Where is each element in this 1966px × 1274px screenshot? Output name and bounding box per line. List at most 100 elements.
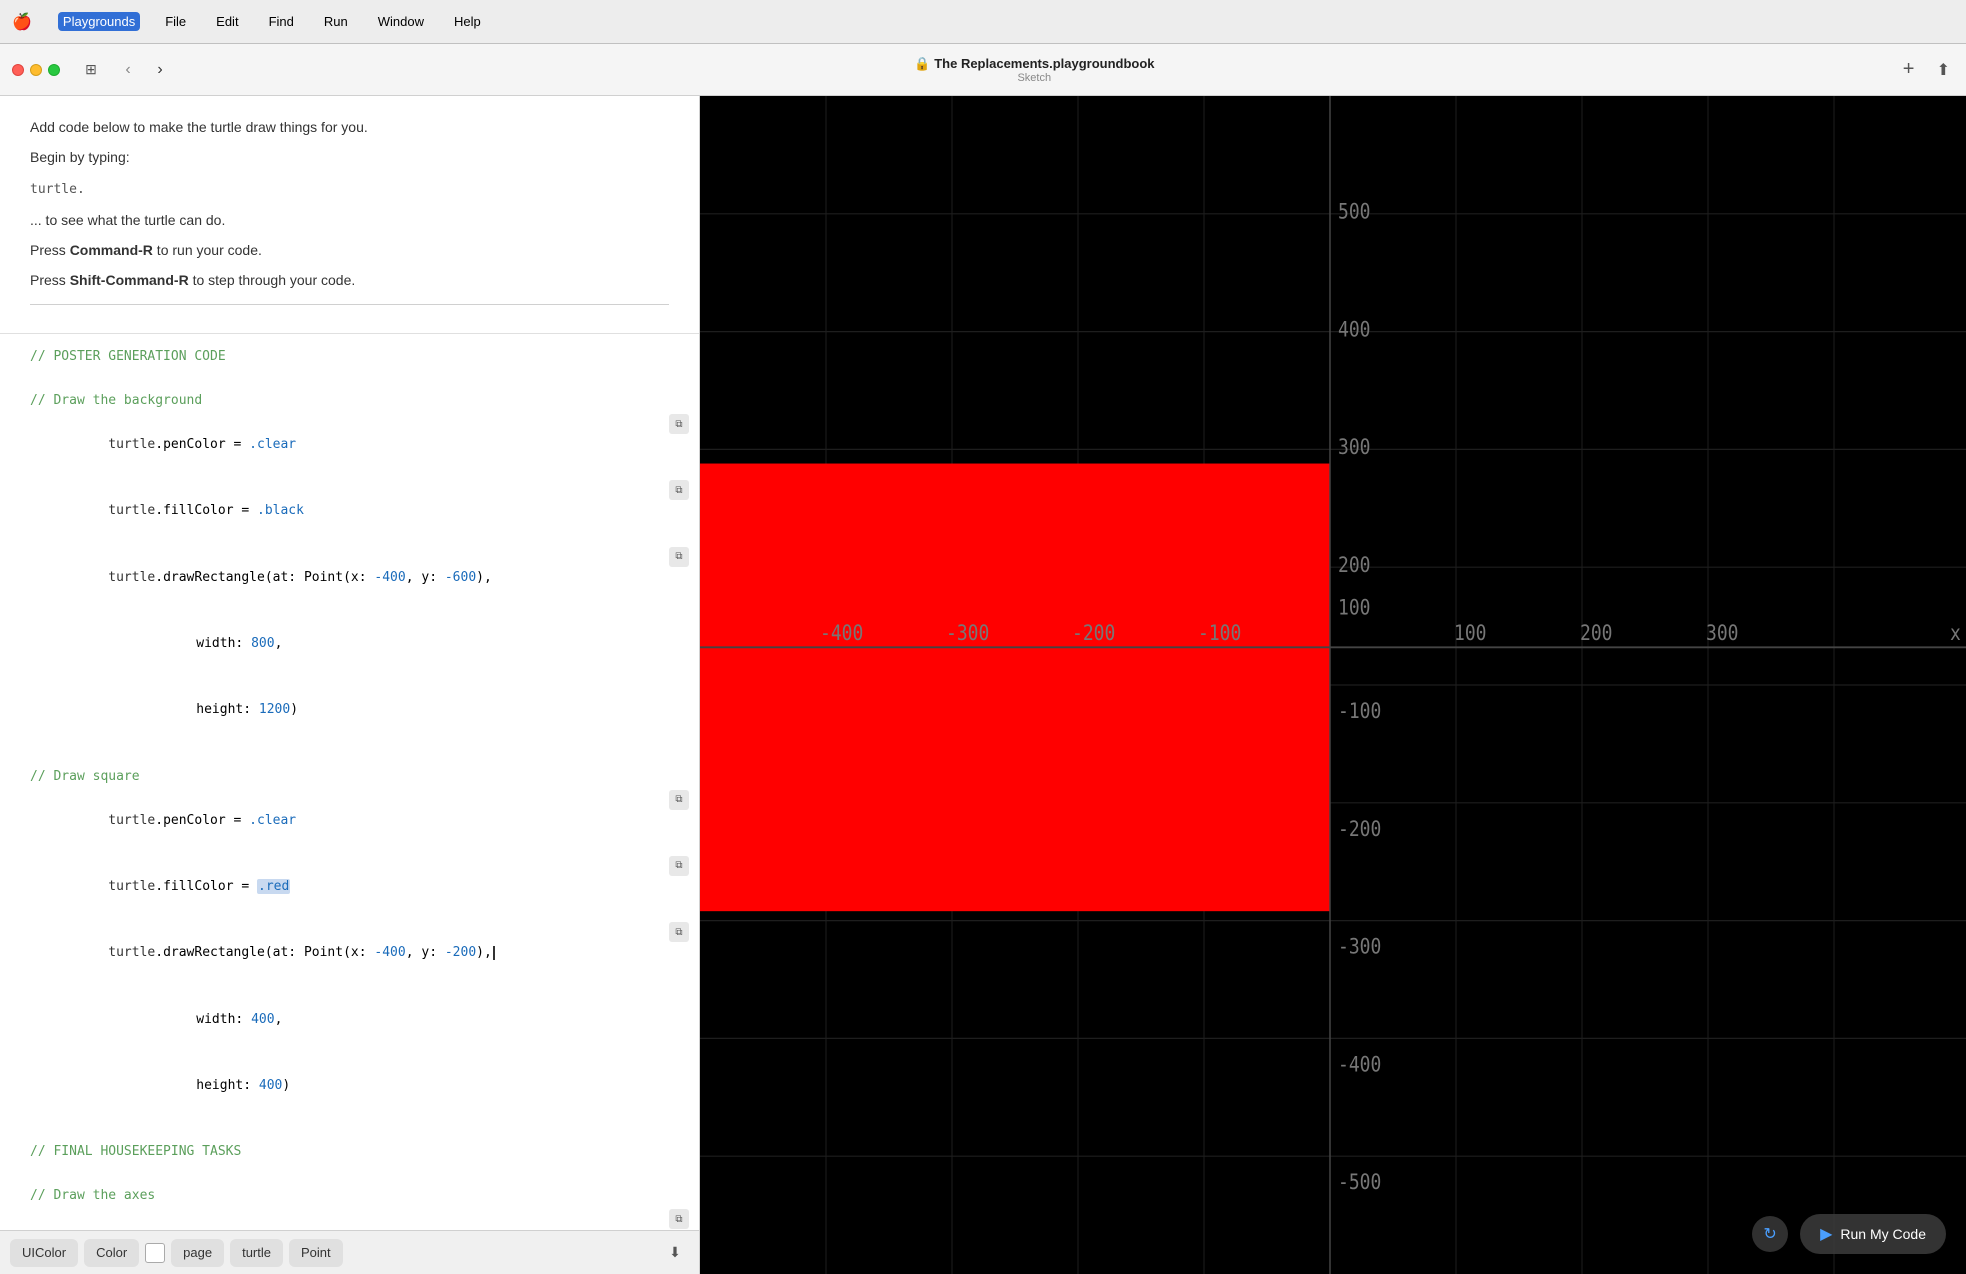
svg-text:-200: -200 <box>1072 621 1115 646</box>
code-line-drawrect-bg: turtle.drawRectangle(at: Point(x: -400, … <box>0 545 699 611</box>
svg-text:-200: -200 <box>1338 816 1381 841</box>
code-panel: Add code below to make the turtle draw t… <box>0 96 700 1274</box>
fullscreen-button[interactable] <box>48 64 60 76</box>
line-icons: ⧉ <box>669 414 689 434</box>
play-icon: ▶ <box>1820 1224 1832 1244</box>
shortcut1: Command-R <box>70 242 153 258</box>
back-button[interactable]: ‹ <box>114 56 142 84</box>
svg-text:200: 200 <box>1338 553 1371 578</box>
autocomplete-page[interactable]: page <box>171 1239 224 1267</box>
svg-text:-100: -100 <box>1198 621 1241 646</box>
instruction-line3: ... to see what the turtle can do. <box>30 209 669 231</box>
instruction-line1: Add code below to make the turtle draw t… <box>30 116 669 138</box>
menu-window[interactable]: Window <box>373 12 429 31</box>
svg-text:-100: -100 <box>1338 699 1381 724</box>
menu-run[interactable]: Run <box>319 12 353 31</box>
svg-text:300: 300 <box>1338 435 1371 460</box>
code-line-blank4 <box>0 1163 699 1185</box>
svg-text:300: 300 <box>1706 621 1739 646</box>
copy-icon-btn[interactable]: ⧉ <box>669 1209 689 1229</box>
svg-text:200: 200 <box>1580 621 1613 646</box>
svg-text:-400: -400 <box>1338 1052 1381 1077</box>
main-layout: Add code below to make the turtle draw t… <box>0 96 1966 1274</box>
svg-text:400: 400 <box>1338 317 1371 342</box>
menu-help[interactable]: Help <box>449 12 486 31</box>
line-icons: ⧉ <box>669 790 689 810</box>
close-button[interactable] <box>12 64 24 76</box>
bottom-bar: UIColor Color page turtle Point ⬇ <box>0 1230 699 1274</box>
divider <box>30 304 669 305</box>
instruction-line4: Press Command-R to run your code. <box>30 239 669 261</box>
menu-find[interactable]: Find <box>264 12 299 31</box>
comment-draw-square: // Draw square <box>30 766 689 788</box>
autocomplete-color[interactable]: Color <box>84 1239 139 1267</box>
run-code-button[interactable]: ▶ Run My Code <box>1800 1214 1946 1254</box>
code-editor[interactable]: // POSTER GENERATION CODE // Draw the ba… <box>0 334 699 1230</box>
file-subtitle: Sketch <box>1017 72 1051 84</box>
forward-button[interactable]: › <box>146 56 174 84</box>
code-pencolor-clear2: turtle.penColor = .clear <box>30 788 689 854</box>
add-button[interactable]: + <box>1895 56 1923 84</box>
title-area: 🔒 The Replacements.playgroundbook Sketch <box>184 56 1885 84</box>
code-fillcolor-red: turtle.fillColor = .red <box>30 854 689 920</box>
svg-text:-500: -500 <box>1338 1170 1381 1195</box>
code-line-height-400: height: 400) <box>0 1053 699 1119</box>
svg-text:100: 100 <box>1454 621 1487 646</box>
copy-icon-btn[interactable]: ⧉ <box>669 790 689 810</box>
code-height-400: height: 400) <box>30 1053 689 1119</box>
autocomplete-turtle[interactable]: turtle <box>230 1239 283 1267</box>
instruction-code-snippet: turtle. <box>30 177 669 201</box>
svg-text:-300: -300 <box>946 621 989 646</box>
lock-icon: 🔒 <box>914 56 930 72</box>
traffic-lights <box>12 64 60 76</box>
copy-icon-btn[interactable]: ⧉ <box>669 414 689 434</box>
minimize-button[interactable] <box>30 64 42 76</box>
code-line: // POSTER GENERATION CODE <box>0 346 699 368</box>
instructions-area: Add code below to make the turtle draw t… <box>0 96 699 334</box>
comment-poster-gen: // POSTER GENERATION CODE <box>30 346 689 368</box>
grid-svg: 500 400 300 200 100 -100 -200 -300 -400 … <box>700 96 1966 1274</box>
instruction-line2: Begin by typing: <box>30 146 669 168</box>
copy-icon-btn[interactable]: ⧉ <box>669 922 689 942</box>
comment-draw-axes: // Draw the axes <box>30 1185 689 1207</box>
menu-bar: 🍎 Playgrounds File Edit Find Run Window … <box>0 0 1966 44</box>
comment-draw-bg: // Draw the background <box>30 390 689 412</box>
line-icons: ⧉ <box>669 547 689 567</box>
comment-housekeeping: // FINAL HOUSEKEEPING TASKS <box>30 1141 689 1163</box>
line-icons: ⧉ <box>669 922 689 942</box>
copy-icon-btn[interactable]: ⧉ <box>669 547 689 567</box>
code-line-blank <box>0 368 699 390</box>
code-line-width-800: width: 800, <box>0 611 699 677</box>
line-icons: ⧉ <box>669 1209 689 1229</box>
code-line-pen-color-clear: turtle.penColor = .clear ⧉ <box>0 412 699 478</box>
copy-icon-btn[interactable]: ⧉ <box>669 480 689 500</box>
copy-icon-btn[interactable]: ⧉ <box>669 856 689 876</box>
code-line-comment-axes: // Draw the axes <box>0 1185 699 1207</box>
expand-keyboard-button[interactable]: ⬇ <box>661 1239 689 1267</box>
preview-canvas: 500 400 300 200 100 -100 -200 -300 -400 … <box>700 96 1966 1274</box>
code-pencolor-clear: turtle.penColor = .clear <box>30 412 689 478</box>
sidebar-toggle-button[interactable]: ⊞ <box>78 57 104 83</box>
code-line-height-1200: height: 1200) <box>0 677 699 743</box>
autocomplete-point[interactable]: Point <box>289 1239 343 1267</box>
run-button-label: Run My Code <box>1840 1226 1926 1242</box>
code-line-drawaxes: turtle.drawAxes(withScale: true, ⧉ <box>0 1207 699 1230</box>
menu-playgrounds[interactable]: Playgrounds <box>58 12 140 31</box>
color-swatch[interactable] <box>145 1243 165 1263</box>
svg-text:x: x <box>1950 621 1961 646</box>
file-title: 🔒 The Replacements.playgroundbook <box>914 56 1155 72</box>
run-area: ↻ ▶ Run My Code <box>1752 1214 1946 1254</box>
menu-file[interactable]: File <box>160 12 191 31</box>
autocomplete-uicolor[interactable]: UIColor <box>10 1239 78 1267</box>
preview-panel: 500 400 300 200 100 -100 -200 -300 -400 … <box>700 96 1966 1274</box>
code-line-width-400: width: 400, <box>0 986 699 1052</box>
share-button[interactable]: ⬆ <box>1933 56 1954 84</box>
line-icons: ⧉ <box>669 480 689 500</box>
apple-logo-icon: 🍎 <box>12 12 32 32</box>
code-line-fillcolor-red: turtle.fillColor = .red ⧉ <box>0 854 699 920</box>
code-drawrect-at: turtle.drawRectangle(at: Point(x: -400, … <box>30 545 689 611</box>
svg-text:100: 100 <box>1338 595 1371 620</box>
spinner-button[interactable]: ↻ <box>1752 1216 1788 1252</box>
code-line: // Draw the background <box>0 390 699 412</box>
menu-edit[interactable]: Edit <box>211 12 243 31</box>
